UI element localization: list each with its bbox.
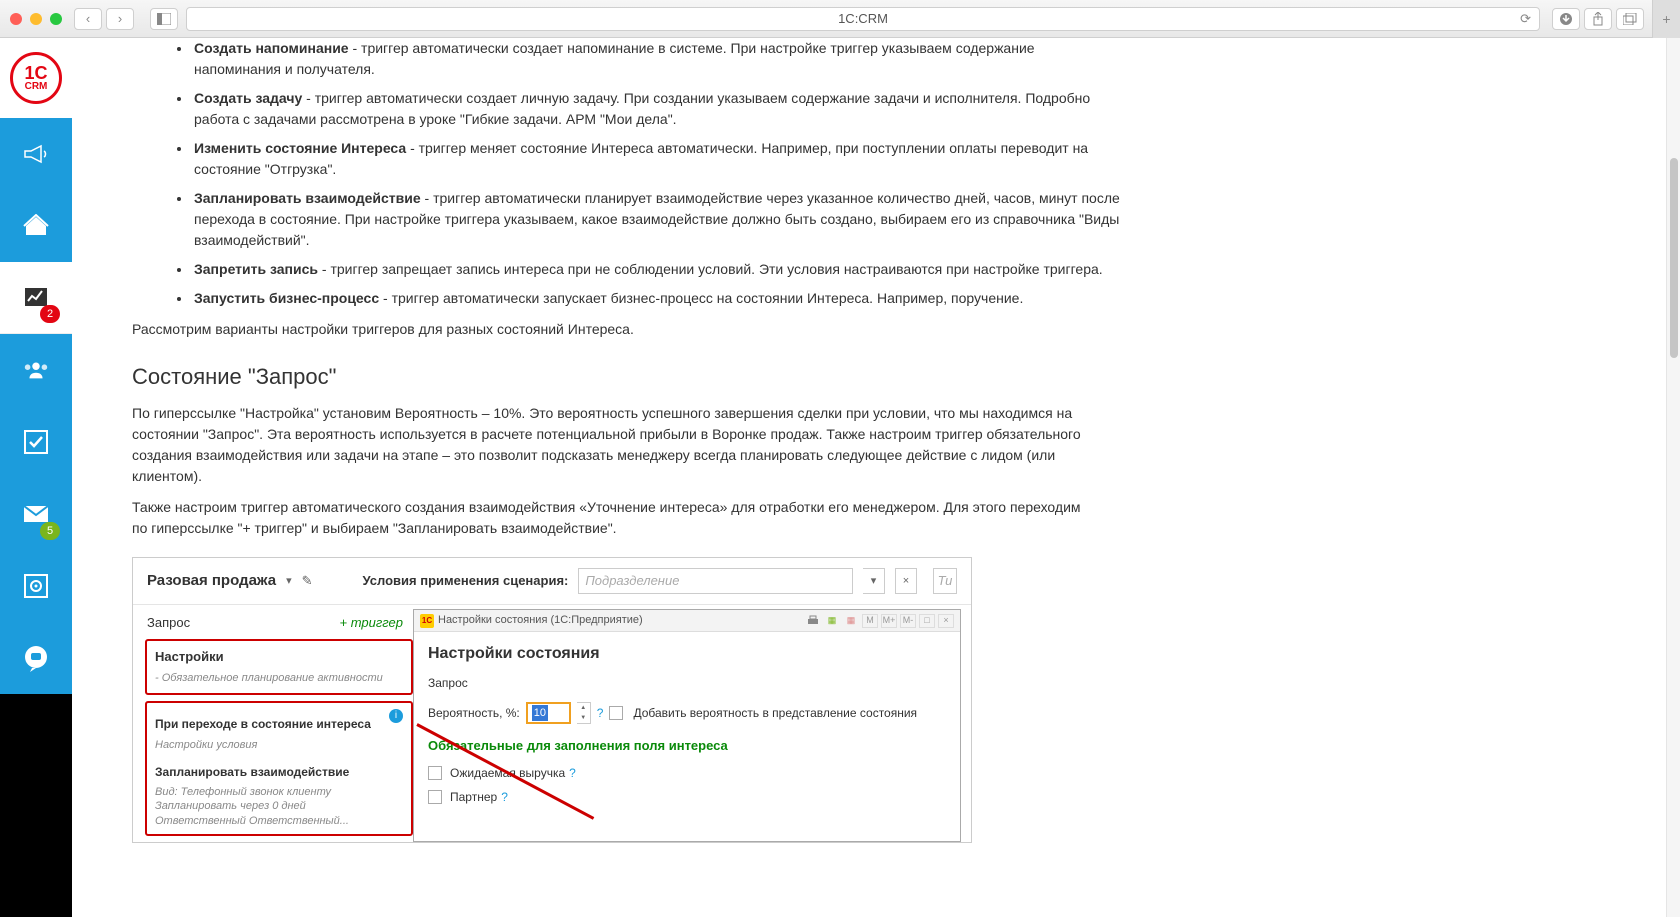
back-button[interactable]: ‹ [74,8,102,30]
home-icon [22,212,50,240]
plan-detail: Вид: Телефонный звонок клиенту [155,785,403,799]
sidebar-item-tasks[interactable] [0,406,72,478]
list-item: Создать напоминание - триггер автоматиче… [192,38,1122,80]
help-icon[interactable]: ? [501,788,508,806]
megaphone-icon [22,140,50,168]
list-item: Запретить запись - триггер запрещает зап… [192,259,1122,280]
edit-icon[interactable]: ✎ [302,571,313,591]
minimize-window-button[interactable] [30,13,42,25]
tabs-button[interactable] [1616,8,1644,30]
sidebar-item-contacts[interactable] [0,334,72,406]
dropdown-icon[interactable]: ▾ [286,573,292,590]
maximize-button[interactable]: □ [919,614,935,628]
list-item: Запланировать взаимодействие - триггер а… [192,188,1122,251]
list-item: Изменить состояние Интереса - триггер ме… [192,138,1122,180]
close-button[interactable]: × [938,614,954,628]
reload-icon[interactable]: ⟳ [1520,11,1531,27]
help-icon[interactable]: ? [597,704,604,722]
sidebar-item-megaphone[interactable] [0,118,72,190]
add-trigger-link[interactable]: + триггер [340,613,403,633]
sidebar-item-safe[interactable] [0,550,72,622]
settings-highlight-box: Настройки - Обязательное планирование ак… [145,639,413,695]
share-button[interactable] [1584,8,1612,30]
sidebar-spacer [0,694,72,766]
zoom-window-button[interactable] [50,13,62,25]
badge: 2 [40,305,60,323]
conditions-label: Условия применения сценария: [363,571,569,591]
checkbox[interactable] [428,766,442,780]
m-button[interactable]: M [862,614,878,628]
logo[interactable]: 1C CRM [0,38,72,118]
scroll-thumb[interactable] [1670,158,1678,358]
checkbox[interactable] [428,790,442,804]
scrollbar[interactable] [1666,38,1680,917]
paragraph: По гиперссылке "Настройка" установим Вер… [132,403,1092,487]
dropdown-button[interactable]: ▾ [863,568,885,594]
browser-toolbar: ‹ › 1C:CRM ⟳ + [0,0,1680,38]
embedded-screenshot: Разовая продажа ▾ ✎ Условия применения с… [132,557,972,843]
required-fields-header: Обязательные для заполнения поля интерес… [428,736,946,756]
print-icon[interactable] [805,614,821,628]
app-sidebar: 1C CRM 2 [0,38,72,917]
page-title: 1C:CRM [838,11,888,26]
sidebar-item-home[interactable] [0,190,72,262]
sidebar-toggle-button[interactable] [150,8,178,30]
mminus-button[interactable]: M- [900,614,916,628]
sidebar-item-mail[interactable]: 5 [0,478,72,550]
calendar-icon[interactable]: ▦ [824,614,840,628]
add-probability-label: Добавить вероятность в представление сос… [633,704,917,722]
plan-detail: Запланировать через 0 дней [155,799,403,813]
plan-detail: Ответственный Ответственный... [155,814,403,828]
clear-button[interactable]: × [895,568,917,594]
downloads-button[interactable] [1552,8,1580,30]
section-heading: Состояние "Запрос" [132,360,1640,393]
safe-icon [22,572,50,600]
chat-icon [22,644,50,672]
close-window-button[interactable] [10,13,22,25]
field-label: Партнер [450,788,497,806]
window-controls [10,13,62,25]
settings-header: Настройки [155,647,403,667]
checkbox[interactable] [609,706,623,720]
badge: 5 [40,522,60,540]
list-item: Запустить бизнес-процесс - триггер автом… [192,288,1122,309]
probability-label: Вероятность, %: [428,704,520,722]
state-settings-dialog: 1C Настройки состояния (1С:Предприятие) … [413,609,961,842]
transition-highlight-box: i При переходе в состояние интереса Наст… [145,701,413,836]
sidebar-item-chat[interactable] [0,622,72,694]
spinner[interactable]: ▲▼ [577,702,591,724]
conditions-input[interactable]: Подразделение [578,568,853,594]
mplus-button[interactable]: M+ [881,614,897,628]
address-bar[interactable]: 1C:CRM ⟳ [186,7,1540,31]
state-label: Запрос [147,613,190,633]
onec-icon: 1C [420,614,434,628]
paragraph: Рассмотрим варианты настройки триггеров … [132,319,1092,340]
dialog-title: Настройки состояния (1С:Предприятие) [438,612,643,629]
sidebar-item-analytics[interactable]: 2 [0,262,72,334]
info-icon[interactable]: i [389,709,403,723]
help-icon[interactable]: ? [569,764,576,782]
settings-sub: - Обязательное планирование активности [155,670,403,687]
plan-header: Запланировать взаимодействие [155,763,403,781]
type-input[interactable]: Ти [933,568,957,594]
probability-input[interactable]: 10 [526,702,571,724]
new-tab-button[interactable]: + [1652,0,1680,38]
calendar-31-icon[interactable]: ▦ [843,614,859,628]
dialog-state: Запрос [428,674,946,692]
list-item: Создать задачу - триггер автоматически с… [192,88,1122,130]
scenario-title: Разовая продажа [147,570,276,593]
paragraph: Также настроим триггер автоматического с… [132,497,1092,539]
article-content: Создать напоминание - триггер автоматиче… [72,38,1680,917]
checkbox-icon [22,428,50,456]
dialog-heading: Настройки состояния [428,642,946,666]
trigger-list: Создать напоминание - триггер автоматиче… [192,38,1122,309]
forward-button[interactable]: › [106,8,134,30]
transition-header: При переходе в состояние интереса [155,715,403,733]
users-icon [22,356,50,384]
transition-sub: Настройки условия [155,737,403,754]
